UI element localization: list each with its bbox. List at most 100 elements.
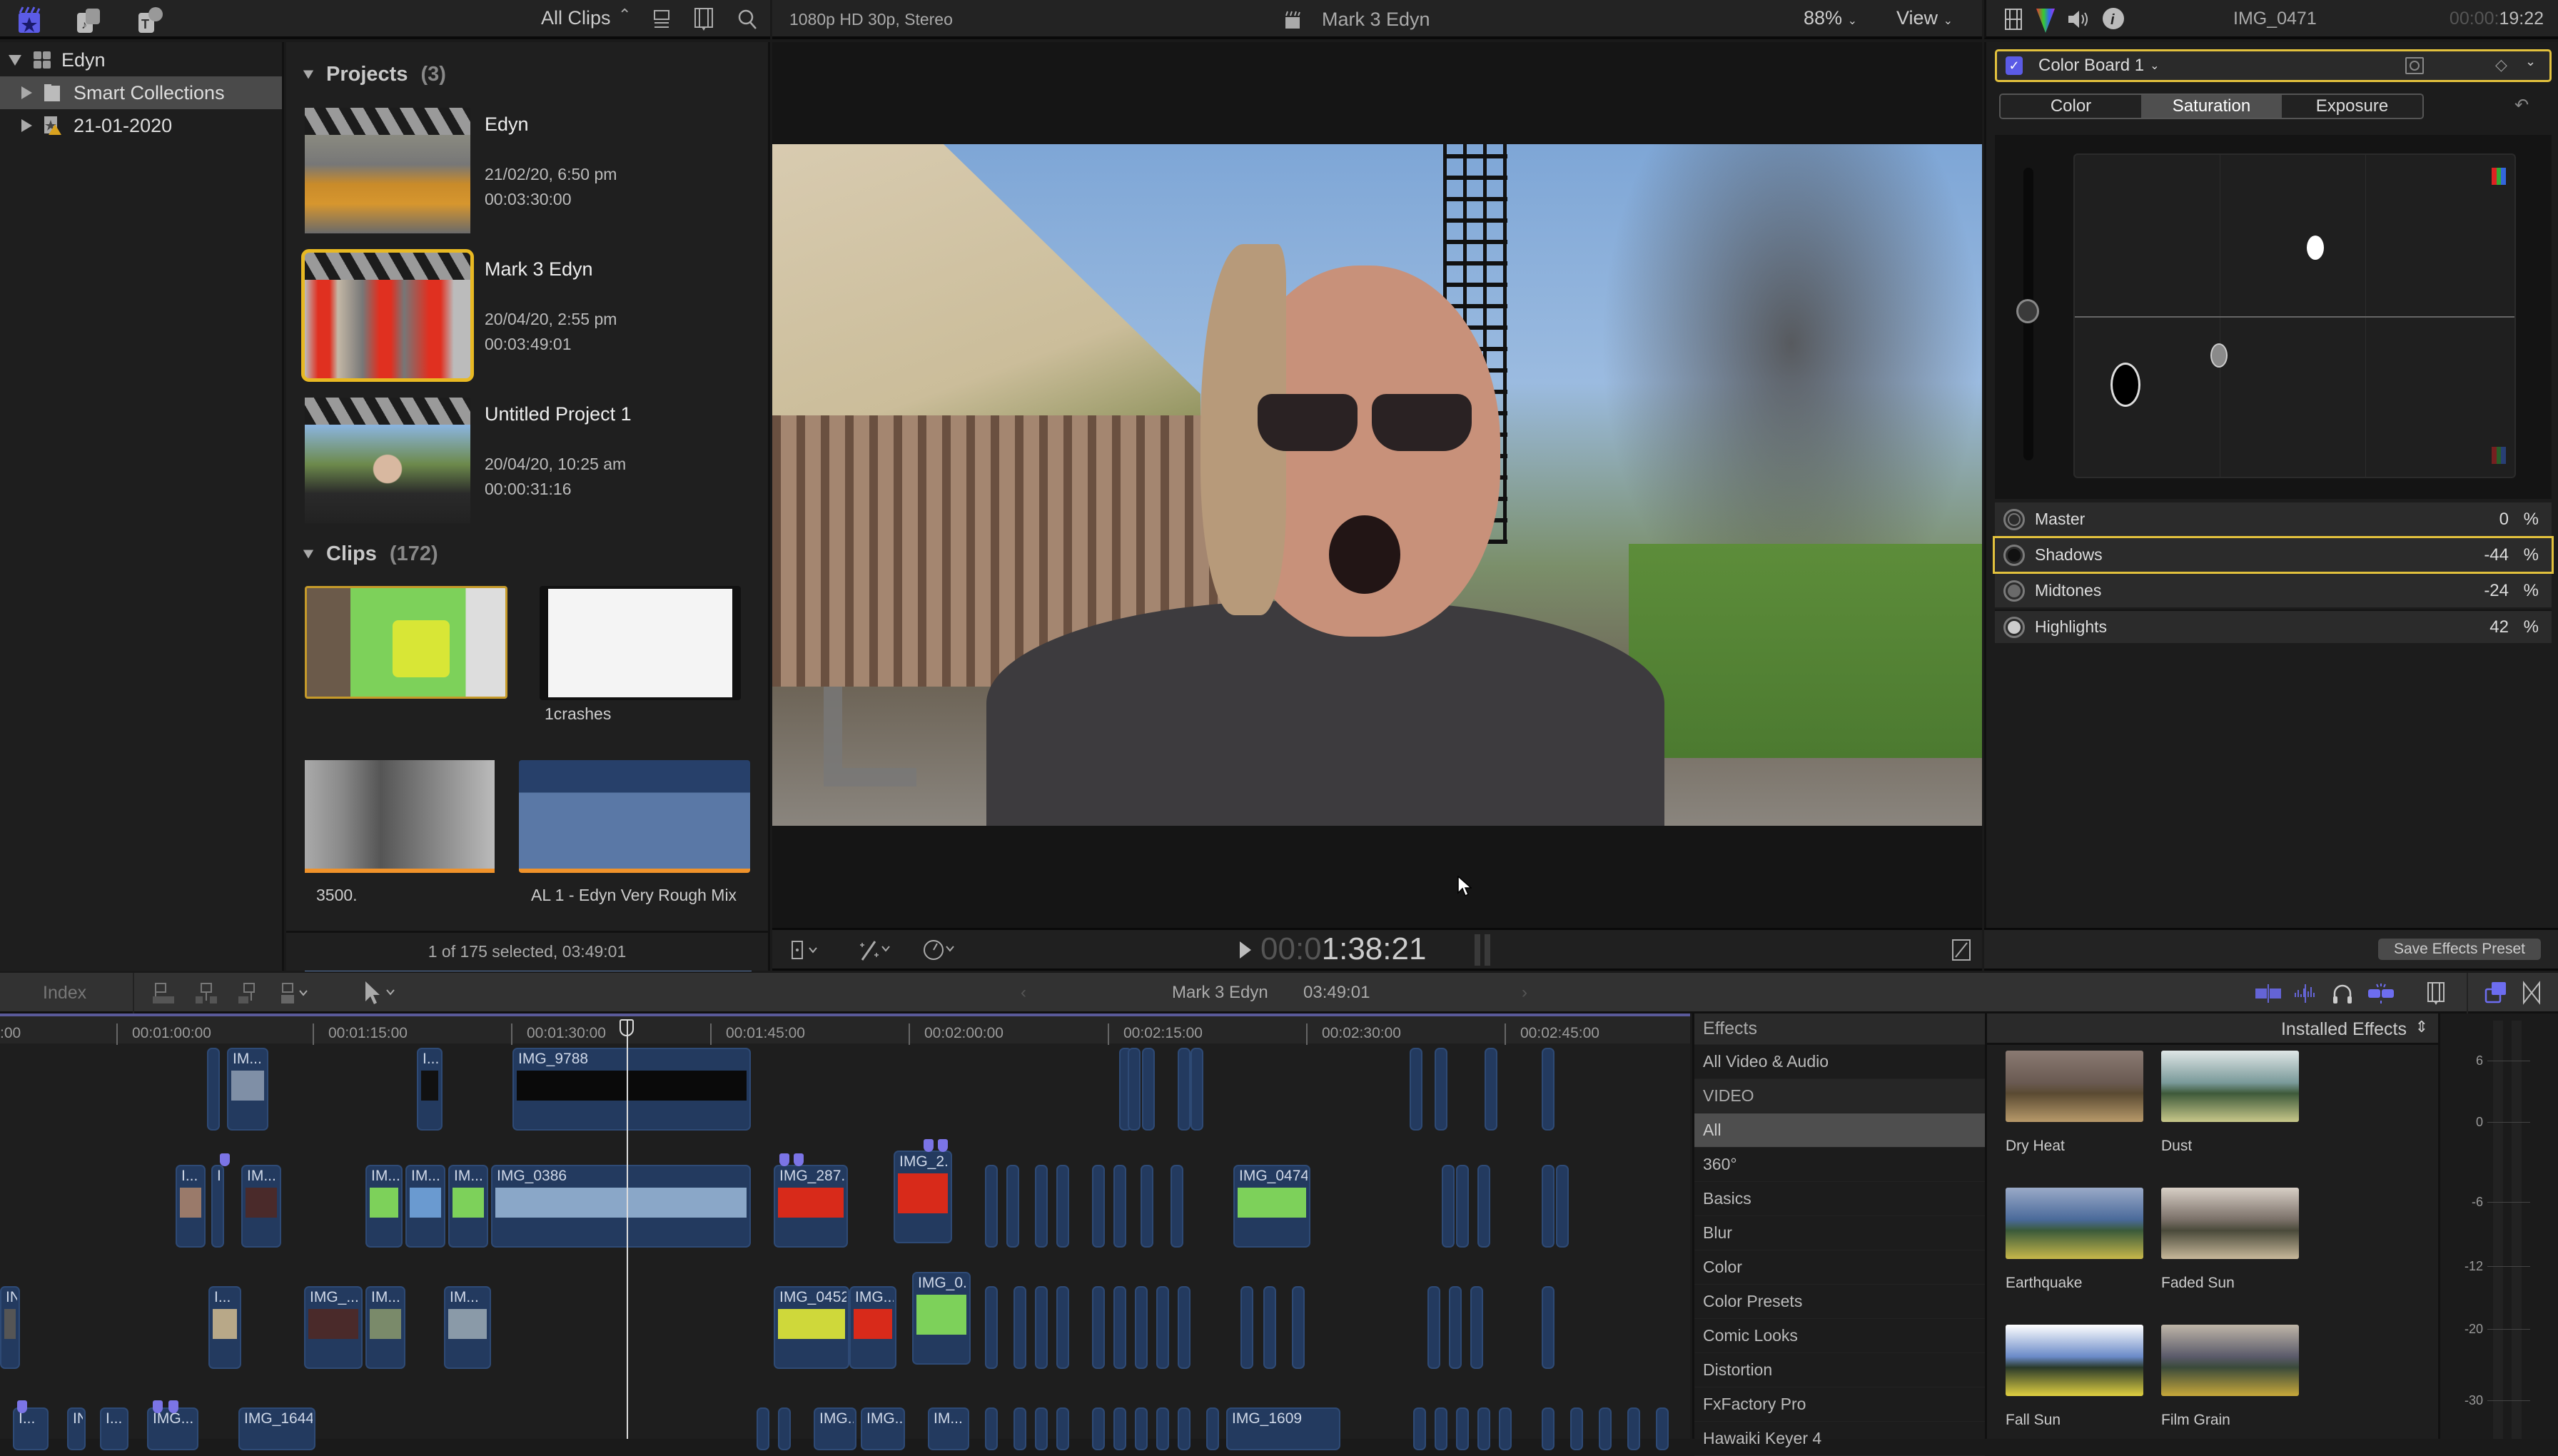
timeline-clip-compact[interactable]	[985, 1286, 998, 1369]
effects-category-item[interactable]: FxFactory Pro	[1694, 1387, 1985, 1422]
effects-category-item[interactable]: Blur	[1694, 1216, 1985, 1250]
timeline-clip-compact[interactable]	[1035, 1407, 1048, 1450]
tab-color[interactable]: Color	[2001, 95, 2141, 118]
marker-icon[interactable]	[168, 1400, 178, 1413]
effects-category-item[interactable]: Basics	[1694, 1182, 1985, 1216]
timeline-clip-compact[interactable]	[1156, 1286, 1169, 1369]
timeline-clip-compact[interactable]	[1442, 1165, 1455, 1248]
audio-skimming-icon[interactable]	[2291, 983, 2320, 1004]
timeline[interactable]: :00 00:01:00:00 00:01:15:00 00:01:30:00 00:…	[0, 1013, 1690, 1450]
history-back-icon[interactable]: ‹	[1021, 983, 1026, 1003]
reset-icon[interactable]: ↶	[2514, 95, 2529, 116]
disclosure-triangle-icon[interactable]	[303, 550, 314, 558]
timeline-clip-compact[interactable]	[207, 1048, 220, 1131]
param-value[interactable]: -44	[2484, 545, 2509, 565]
effect-name[interactable]: Color Board 1	[2038, 56, 2144, 76]
clips-section-header[interactable]: Clips (172)	[286, 536, 438, 572]
timeline-clip-compact[interactable]	[1006, 1165, 1019, 1248]
libraries-icon[interactable]	[17, 6, 41, 34]
timeline-clip[interactable]: I...	[208, 1286, 241, 1369]
timeline-clip-compact[interactable]	[1427, 1286, 1440, 1369]
effect-header[interactable]: ✓ Color Board 1 ⌄ ◇ ⌄	[1995, 49, 2552, 82]
timeline-clip-compact[interactable]	[1013, 1407, 1026, 1450]
timeline-clip-compact[interactable]	[1542, 1407, 1554, 1450]
timeline-clip[interactable]: IM...	[405, 1165, 445, 1248]
timeline-clip[interactable]: IMG...	[814, 1407, 856, 1450]
timeline-clip-compact[interactable]	[757, 1407, 769, 1450]
timeline-clip-compact[interactable]	[1206, 1407, 1219, 1450]
timeline-clip[interactable]: IMG_287...	[774, 1165, 848, 1248]
fullscreen-icon[interactable]	[1951, 939, 1971, 961]
timeline-clip-compact[interactable]	[1485, 1048, 1497, 1131]
timeline-clip-compact[interactable]	[1470, 1286, 1483, 1369]
timeline-clip-compact[interactable]	[1035, 1286, 1048, 1369]
playhead-timecode[interactable]: 00:01:38:21	[1260, 931, 1426, 967]
transitions-browser-icon[interactable]	[2521, 980, 2542, 1006]
timeline-clip[interactable]: IMG_0386	[491, 1165, 751, 1248]
timeline-clip-compact[interactable]	[1449, 1286, 1462, 1369]
param-value[interactable]: 42	[2489, 617, 2509, 637]
timeline-clip-compact[interactable]	[1113, 1407, 1126, 1450]
timeline-clip[interactable]: I...	[13, 1407, 49, 1450]
timeline-clip[interactable]: I...	[100, 1407, 128, 1450]
disclosure-triangle-icon[interactable]	[9, 54, 21, 66]
marker-icon[interactable]	[794, 1153, 804, 1166]
timeline-ruler[interactable]: :00 00:01:00:00 00:01:15:00 00:01:30:00 00:…	[0, 1013, 1690, 1045]
timeline-clip[interactable]: IMG...	[849, 1286, 896, 1369]
timeline-clip[interactable]: I	[211, 1165, 224, 1248]
timeline-clip-compact[interactable]	[1435, 1048, 1447, 1131]
video-skimming-icon[interactable]	[2254, 983, 2283, 1004]
timeline-clip-compact[interactable]	[1413, 1407, 1426, 1450]
timeline-clip-compact[interactable]	[1092, 1407, 1105, 1450]
timeline-clip[interactable]: IN	[67, 1407, 86, 1450]
effects-browser-icon[interactable]	[2484, 980, 2508, 1006]
project-item[interactable]: Edyn 21/02/20, 6:50 pm 00:03:30:00	[302, 108, 744, 236]
timeline-clip-compact[interactable]	[1477, 1407, 1490, 1450]
timeline-clip[interactable]: IM...	[365, 1165, 403, 1248]
play-button[interactable]	[1238, 940, 1253, 960]
saturation-board[interactable]	[2073, 153, 2516, 478]
timeline-clip-compact[interactable]	[1035, 1165, 1048, 1248]
timeline-clip-compact[interactable]	[1056, 1165, 1069, 1248]
param-master[interactable]: Master 0 %	[1995, 502, 2552, 536]
timeline-clip-compact[interactable]	[1410, 1048, 1422, 1131]
effects-category-item[interactable]: Comic Looks	[1694, 1319, 1985, 1353]
clip-thumbnail[interactable]	[540, 586, 741, 700]
timeline-clip[interactable]: IM...	[448, 1165, 488, 1248]
timeline-clip[interactable]: IMG_1644	[238, 1407, 315, 1450]
timeline-clip[interactable]: IMG_1609	[1226, 1407, 1340, 1450]
search-icon[interactable]	[737, 7, 758, 31]
installed-effects-dropdown[interactable]: Installed Effects	[2281, 1019, 2407, 1040]
photos-audio-icon[interactable]: ♪	[74, 6, 103, 34]
effect-item[interactable]: Dust	[2161, 1051, 2299, 1155]
timeline-clip[interactable]: IMG_2...	[894, 1151, 952, 1243]
solo-headphones-icon[interactable]	[2331, 981, 2354, 1006]
projects-section-header[interactable]: Projects (3)	[286, 56, 768, 92]
timeline-clip-compact[interactable]	[1171, 1165, 1183, 1248]
timeline-clip-compact[interactable]	[1542, 1048, 1554, 1131]
playhead-handle[interactable]	[620, 1019, 634, 1036]
timeline-clip-compact[interactable]	[1056, 1407, 1069, 1450]
chevron-down-icon[interactable]: ⌄	[2150, 59, 2159, 73]
effect-item[interactable]: Earthquake	[2006, 1188, 2143, 1292]
param-shadows[interactable]: Shadows -44 %	[1993, 536, 2554, 574]
shadows-puck[interactable]	[2110, 363, 2140, 407]
effect-enable-checkbox[interactable]: ✓	[2006, 56, 2023, 75]
param-value[interactable]: -24	[2484, 581, 2509, 601]
timeline-clip-compact[interactable]	[1092, 1286, 1105, 1369]
timeline-clip[interactable]: IMG...	[147, 1407, 198, 1450]
project-item[interactable]: Untitled Project 1 20/04/20, 10:25 am 00…	[302, 398, 744, 526]
timeline-clip-compact[interactable]	[1656, 1407, 1669, 1450]
keyframe-icon[interactable]: ◇	[2495, 56, 2507, 74]
library-item-edyn[interactable]: Edyn	[0, 44, 282, 76]
timeline-clip-compact[interactable]	[1190, 1048, 1203, 1131]
tab-exposure[interactable]: Exposure	[2282, 95, 2422, 118]
effects-category-item[interactable]: All Video & Audio	[1694, 1045, 1985, 1079]
overwrite-clip-icon[interactable]	[278, 981, 321, 1006]
timeline-clip[interactable]: IM...	[444, 1286, 491, 1369]
snapping-icon[interactable]	[2367, 981, 2395, 1006]
marker-icon[interactable]	[220, 1153, 230, 1166]
history-forward-icon[interactable]: ›	[1522, 983, 1527, 1003]
marker-icon[interactable]	[779, 1153, 789, 1166]
timeline-clip[interactable]: IN	[0, 1286, 20, 1369]
